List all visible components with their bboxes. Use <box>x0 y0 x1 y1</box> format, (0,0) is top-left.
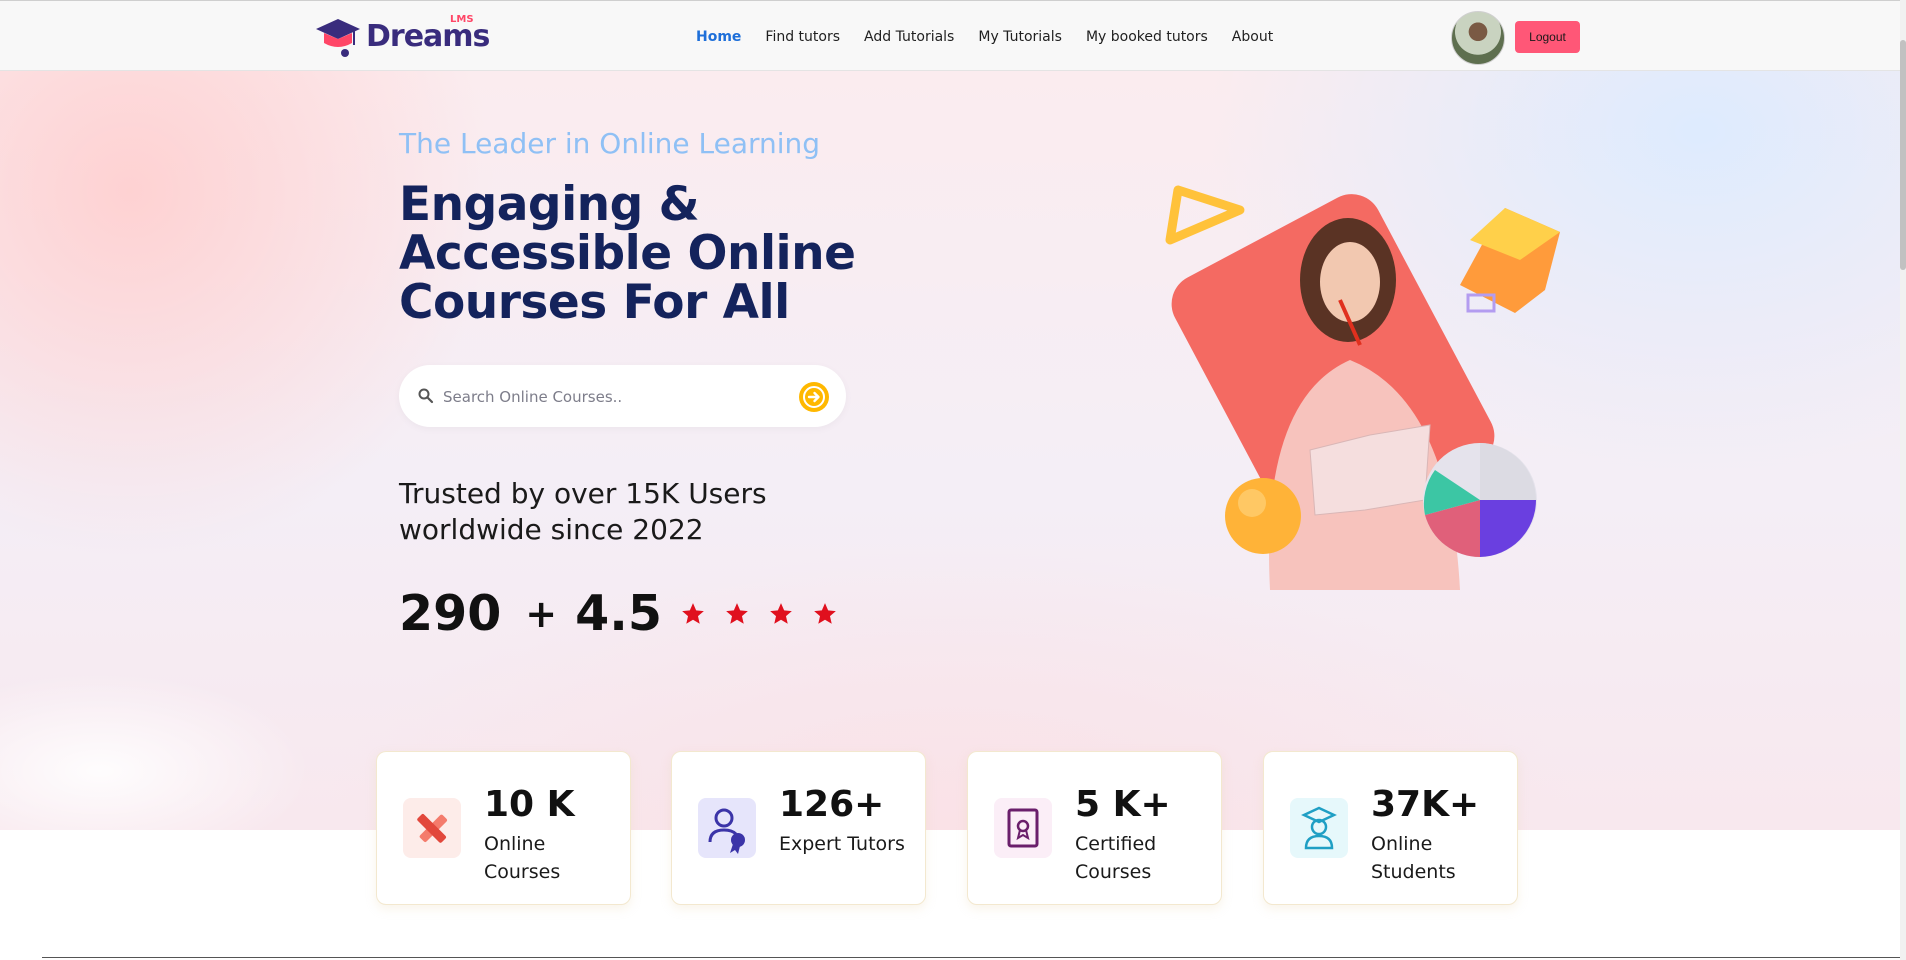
star-icon <box>814 602 836 624</box>
stat-label: Certified Courses <box>1075 833 1157 883</box>
stat-card-online-students: 37K+ Online Students <box>1263 751 1518 905</box>
pie-slice-grey <box>1480 443 1536 500</box>
pencil-ruler-icon <box>403 798 461 858</box>
scrollbar-thumb[interactable] <box>1900 40 1906 270</box>
rating-stars <box>680 601 838 627</box>
window-bottom-edge <box>42 957 1900 958</box>
top-navbar: Dreams LMS Home Find tutors Add Tutorial… <box>0 1 1900 71</box>
triangle-shape <box>1165 185 1245 245</box>
trusted-text: Trusted by over 15K Users worldwide sinc… <box>399 477 767 546</box>
star-icon <box>770 602 792 624</box>
certificate-icon <box>994 798 1052 858</box>
brand-logo[interactable]: Dreams LMS <box>314 14 490 59</box>
nav-my-tutorials[interactable]: My Tutorials <box>978 29 1062 45</box>
stat-label: Online Students <box>1371 833 1456 883</box>
ball-highlight <box>1238 489 1266 517</box>
hero-section <box>0 71 1900 831</box>
nav-home[interactable]: Home <box>696 29 741 45</box>
search-submit-button[interactable] <box>799 382 829 412</box>
stat-label: Expert Tutors <box>779 833 905 855</box>
stat-value: 126+ <box>779 784 885 825</box>
ball-shape <box>1225 478 1301 554</box>
star-icon <box>682 602 704 624</box>
main-nav: Home Find tutors Add Tutorials My Tutori… <box>696 29 1297 45</box>
arrow-right-icon <box>803 386 825 408</box>
nav-my-booked-tutors[interactable]: My booked tutors <box>1086 29 1208 45</box>
search-icon <box>418 388 434 404</box>
nav-find-tutors[interactable]: Find tutors <box>765 29 840 45</box>
rating-value: 4.5 <box>575 585 662 642</box>
graduation-cap-icon <box>316 19 360 57</box>
brand-superscript: LMS <box>450 14 474 25</box>
hero-glow <box>0 631 400 831</box>
face-shape <box>1320 242 1380 322</box>
search-input[interactable] <box>441 381 785 413</box>
star-icon <box>726 602 748 624</box>
expert-tutor-icon <box>698 798 756 858</box>
stat-card-online-courses: 10 K Online Courses <box>376 751 631 905</box>
course-search <box>399 365 846 427</box>
pie-slice-purple <box>1480 500 1536 557</box>
stat-card-certified-courses: 5 K+ Certified Courses <box>967 751 1222 905</box>
hero-illustration <box>1165 185 1560 590</box>
stat-value: 10 K <box>484 784 575 825</box>
graduate-student-icon <box>1290 798 1348 858</box>
nav-add-tutorials[interactable]: Add Tutorials <box>864 29 954 45</box>
logout-button[interactable]: Logout <box>1515 21 1580 53</box>
hero-headline: Engaging & Accessible Online Courses For… <box>399 177 856 330</box>
nav-about[interactable]: About <box>1232 29 1273 45</box>
user-avatar[interactable] <box>1451 11 1505 65</box>
plus-sign: + <box>525 591 558 636</box>
hero-subtitle: The Leader in Online Learning <box>399 127 821 160</box>
course-count: 290 <box>399 585 502 642</box>
rating-summary: 290 + 4.5 <box>399 585 838 642</box>
stat-card-expert-tutors: 126+ Expert Tutors <box>671 751 926 905</box>
stat-value: 5 K+ <box>1075 784 1171 825</box>
stat-label: Online Courses <box>484 833 561 883</box>
stat-value: 37K+ <box>1371 784 1480 825</box>
